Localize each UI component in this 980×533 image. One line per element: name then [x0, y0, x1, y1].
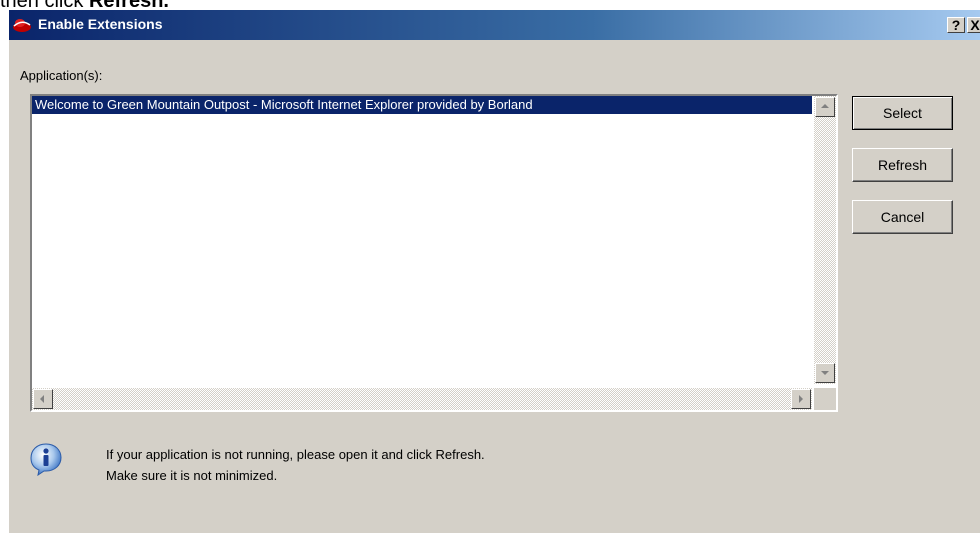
cancel-button[interactable]: Cancel [852, 200, 953, 234]
arrow-down-icon [821, 371, 829, 375]
refresh-button[interactable]: Refresh [852, 148, 953, 182]
scroll-right-button[interactable] [791, 389, 811, 409]
applications-label: Application(s): [20, 68, 103, 83]
close-button[interactable]: X [967, 17, 980, 33]
vertical-scrollbar[interactable] [814, 96, 836, 384]
arrow-left-icon [40, 395, 44, 403]
info-line-2: Make sure it is not minimized. [106, 468, 278, 483]
info-line-1: If your application is not running, plea… [106, 447, 485, 462]
window-title: Enable Extensions [38, 16, 163, 32]
scroll-up-button[interactable] [815, 97, 835, 117]
enable-extensions-dialog: Enable Extensions ? X Application(s): We… [8, 10, 980, 533]
horizontal-scrollbar[interactable] [32, 388, 812, 410]
borland-logo-icon [13, 19, 31, 32]
help-button[interactable]: ? [947, 17, 965, 33]
arrow-right-icon [799, 395, 803, 403]
list-item[interactable]: Welcome to Green Mountain Outpost - Micr… [32, 96, 812, 114]
info-message: If your application is not running, plea… [106, 444, 485, 486]
scrollbar-corner [814, 388, 836, 410]
scroll-down-button[interactable] [815, 363, 835, 383]
title-bar[interactable]: Enable Extensions ? X [9, 10, 980, 40]
caption-fragment: then click Refresh. [0, 0, 169, 12]
arrow-up-icon [821, 104, 829, 108]
select-button[interactable]: Select [852, 96, 953, 130]
list-items: Welcome to Green Mountain Outpost - Micr… [32, 96, 812, 384]
scroll-left-button[interactable] [33, 389, 53, 409]
applications-listbox[interactable]: Welcome to Green Mountain Outpost - Micr… [30, 94, 838, 412]
info-icon [30, 443, 62, 476]
